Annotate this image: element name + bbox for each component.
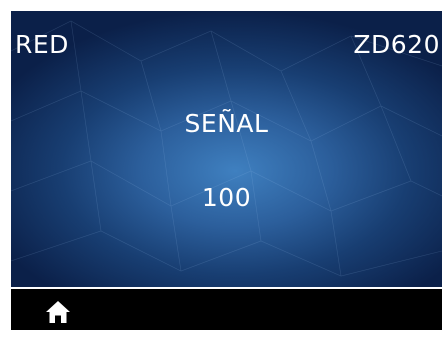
printer-display: RED ZD620 SEÑAL 100 bbox=[11, 11, 442, 330]
setting-value: 100 bbox=[201, 183, 252, 212]
printer-model: ZD620 bbox=[353, 30, 440, 59]
header: RED ZD620 bbox=[11, 11, 442, 71]
bottom-bar bbox=[11, 289, 442, 330]
menu-title: RED bbox=[15, 30, 69, 59]
content-panel: RED ZD620 SEÑAL 100 bbox=[11, 11, 442, 287]
setting-name: SEÑAL bbox=[184, 109, 269, 138]
home-icon[interactable] bbox=[45, 300, 71, 324]
